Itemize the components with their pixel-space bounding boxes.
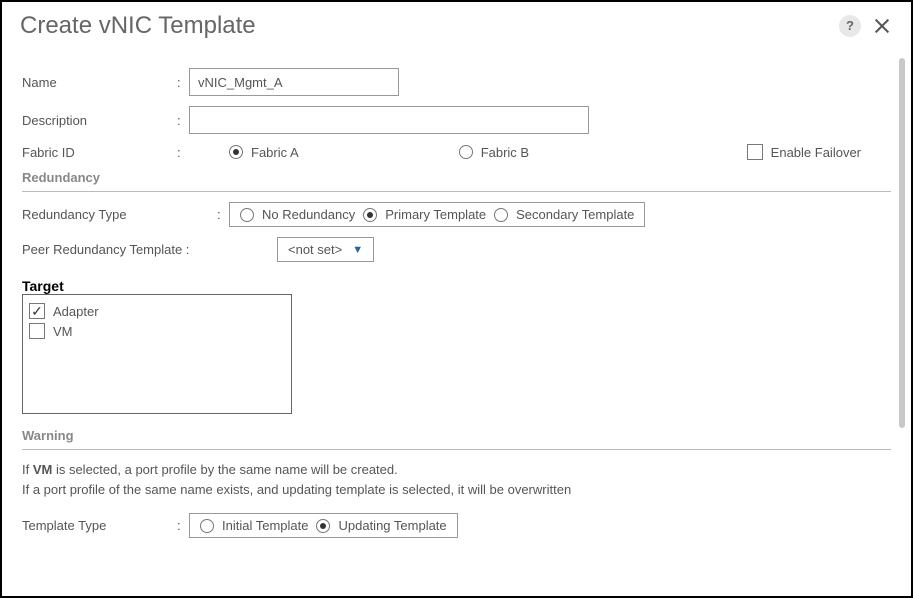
radio-icon [459,145,473,159]
name-row: Name : [22,68,891,96]
radio-icon [229,145,243,159]
template-type-group: Initial Template Updating Template [189,513,458,538]
peer-redundancy-dropdown[interactable]: <not set> ▼ [277,237,374,262]
secondary-template-label: Secondary Template [516,207,634,222]
target-title: Target [22,278,891,294]
colon: : [177,75,189,90]
peer-redundancy-label: Peer Redundancy Template : [22,242,257,257]
fabric-a-label: Fabric A [251,145,299,160]
radio-icon [316,519,330,533]
secondary-template-radio[interactable]: Secondary Template [494,207,634,222]
target-adapter-option[interactable]: Adapter [29,301,285,321]
redundancy-type-group: No Redundancy Primary Template Secondary… [229,202,645,227]
peer-redundancy-value: <not set> [288,242,342,257]
checkbox-icon [29,303,45,319]
description-label: Description [22,113,177,128]
redundancy-type-label: Redundancy Type [22,207,217,222]
warning-line2: If a port profile of the same name exist… [22,482,571,497]
colon: : [217,207,229,222]
enable-failover-label: Enable Failover [771,145,861,160]
divider [22,191,891,192]
description-input[interactable] [189,106,589,134]
radio-icon [200,519,214,533]
target-listbox: Adapter VM [22,294,292,414]
initial-template-label: Initial Template [222,518,308,533]
initial-template-radio[interactable]: Initial Template [200,518,308,533]
radio-icon [240,208,254,222]
dialog-content: Name : Description : Fabric ID : Fabric … [2,48,911,588]
colon: : [177,145,189,160]
radio-icon [363,208,377,222]
fabric-b-label: Fabric B [481,145,529,160]
primary-template-label: Primary Template [385,207,486,222]
enable-failover-checkbox[interactable]: Enable Failover [747,144,861,160]
dialog-header: Create vNIC Template ? [2,2,911,48]
chevron-down-icon: ▼ [352,244,363,256]
colon: : [177,113,189,128]
radio-icon [494,208,508,222]
warning-line1c: is selected, a port profile by the same … [52,462,397,477]
help-button[interactable]: ? [839,15,861,37]
close-icon[interactable] [871,15,893,37]
template-type-row: Template Type : Initial Template Updatin… [22,513,891,538]
colon: : [177,518,189,533]
description-row: Description : [22,106,891,134]
fabric-b-radio[interactable]: Fabric B [459,145,529,160]
dialog-title: Create vNIC Template [20,12,839,40]
updating-template-radio[interactable]: Updating Template [316,518,446,533]
no-redundancy-label: No Redundancy [262,207,355,222]
checkbox-icon [747,144,763,160]
name-label: Name [22,75,177,90]
redundancy-section-title: Redundancy [22,170,891,185]
primary-template-radio[interactable]: Primary Template [363,207,486,222]
name-input[interactable] [189,68,399,96]
no-redundancy-radio[interactable]: No Redundancy [240,207,355,222]
warning-line1a: If [22,462,33,477]
fabric-row: Fabric ID : Fabric A Fabric B Enable Fai… [22,144,891,160]
template-type-label: Template Type [22,518,177,533]
target-vm-label: VM [53,324,73,339]
warning-section-title: Warning [22,428,891,443]
updating-template-label: Updating Template [338,518,446,533]
checkbox-icon [29,323,45,339]
fabric-a-radio[interactable]: Fabric A [229,145,299,160]
warning-text: If VM is selected, a port profile by the… [22,460,891,499]
warning-vm-bold: VM [33,462,53,477]
divider [22,449,891,450]
redundancy-type-row: Redundancy Type : No Redundancy Primary … [22,202,891,227]
target-adapter-label: Adapter [53,304,99,319]
fabric-label: Fabric ID [22,145,177,160]
scrollbar[interactable] [899,58,905,428]
peer-redundancy-row: Peer Redundancy Template : <not set> ▼ [22,237,891,262]
target-vm-option[interactable]: VM [29,321,285,341]
